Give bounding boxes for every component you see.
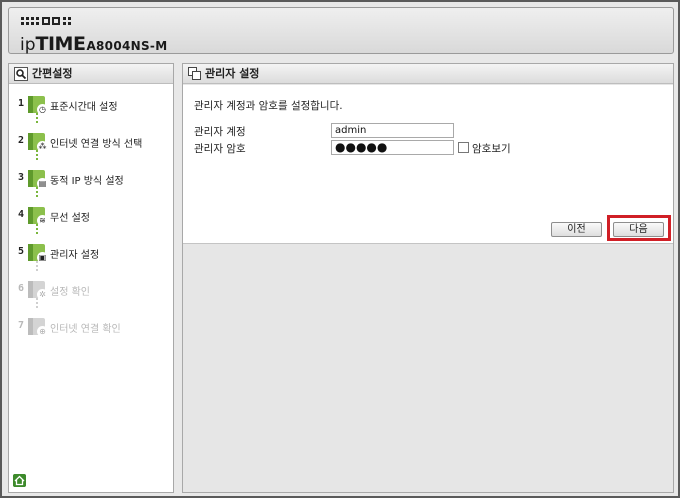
next-button-highlight bbox=[607, 215, 671, 241]
step-2[interactable]: 2 ⁂ 인터넷 연결 방식 선택 bbox=[9, 131, 173, 152]
main-header: 관리자 설정 bbox=[183, 64, 673, 84]
step-6: 6 ✲ 설정 확인 bbox=[9, 279, 173, 300]
step-label: 인터넷 연결 확인 bbox=[50, 324, 121, 335]
password-row: 관리자 암호 ●●●●● 암호보기 bbox=[194, 140, 664, 155]
brand-time: TIME bbox=[35, 33, 86, 55]
prev-button[interactable]: 이전 bbox=[551, 222, 602, 237]
gear-icon: ✲ bbox=[28, 281, 48, 300]
magnifier-icon bbox=[14, 67, 28, 81]
form-description: 관리자 계정과 암호를 설정합니다. bbox=[194, 100, 343, 112]
step-number: 5 bbox=[18, 246, 25, 257]
brand-logo: ipTIMEA8004NS-M bbox=[20, 33, 167, 55]
account-row: 관리자 계정 bbox=[194, 123, 664, 138]
window-icon bbox=[188, 67, 201, 80]
step-number: 4 bbox=[18, 209, 25, 220]
step-1[interactable]: 1 ◷ 표준시간대 설정 bbox=[9, 94, 173, 115]
model-name: A8004NS-M bbox=[86, 39, 168, 53]
lock-icon: ▣ bbox=[28, 244, 48, 263]
globe-icon: ⊕ bbox=[28, 318, 48, 337]
clock-icon: ◷ bbox=[28, 96, 48, 115]
step-label: 설정 확인 bbox=[50, 287, 90, 298]
header: ipTIMEA8004NS-M bbox=[8, 7, 674, 55]
network-icon: ⁂ bbox=[28, 133, 48, 152]
sidebar-title: 간편설정 bbox=[32, 67, 73, 80]
account-input[interactable] bbox=[331, 123, 454, 138]
main-panel: 관리자 설정 관리자 계정과 암호를 설정합니다. 관리자 계정 관리자 암호 … bbox=[182, 63, 674, 493]
account-label: 관리자 계정 bbox=[194, 126, 246, 138]
sidebar: 간편설정 1 ◷ 표준시간대 설정 2 ⁂ 인터넷 연결 방식 선택 3 ▤ 동… bbox=[8, 63, 174, 493]
step-number: 3 bbox=[18, 172, 25, 183]
show-password-label: 암호보기 bbox=[472, 143, 511, 155]
step-number: 2 bbox=[18, 135, 25, 146]
step-label: 인터넷 연결 방식 선택 bbox=[50, 139, 143, 150]
window-frame: ipTIMEA8004NS-M 간편설정 1 ◷ 표준시간대 설정 2 ⁂ 인터… bbox=[0, 0, 680, 498]
logo-dots-icon bbox=[21, 17, 71, 26]
step-7: 7 ⊕ 인터넷 연결 확인 bbox=[9, 316, 173, 337]
sidebar-header: 간편설정 bbox=[9, 64, 173, 84]
step-4[interactable]: 4 ≋ 무선 설정 bbox=[9, 205, 173, 226]
step-3[interactable]: 3 ▤ 동적 IP 방식 설정 bbox=[9, 168, 173, 189]
admin-form: 관리자 계정과 암호를 설정합니다. 관리자 계정 관리자 암호 ●●●●● 암… bbox=[183, 85, 673, 244]
step-label: 동적 IP 방식 설정 bbox=[50, 176, 124, 187]
step-label: 무선 설정 bbox=[50, 213, 90, 224]
step-label: 표준시간대 설정 bbox=[50, 102, 118, 113]
step-number: 6 bbox=[18, 283, 25, 294]
step-label: 관리자 설정 bbox=[50, 250, 100, 261]
wireless-icon: ≋ bbox=[28, 207, 48, 226]
step-5[interactable]: 5 ▣ 관리자 설정 bbox=[9, 242, 173, 263]
brand-ip: ip bbox=[20, 35, 36, 55]
password-label: 관리자 암호 bbox=[194, 143, 246, 155]
password-input[interactable]: ●●●●● bbox=[331, 140, 454, 155]
step-number: 1 bbox=[18, 98, 25, 109]
main-title: 관리자 설정 bbox=[205, 67, 260, 80]
step-number: 7 bbox=[18, 320, 25, 331]
home-icon[interactable] bbox=[13, 474, 26, 487]
ip-icon: ▤ bbox=[28, 170, 48, 189]
show-password-checkbox[interactable] bbox=[458, 142, 469, 153]
